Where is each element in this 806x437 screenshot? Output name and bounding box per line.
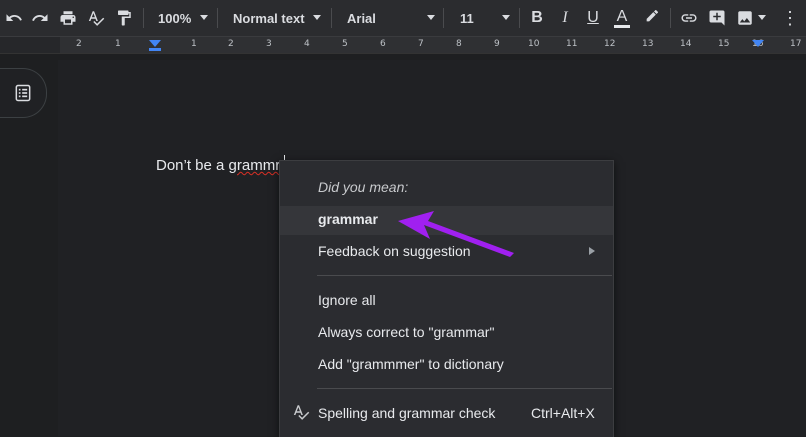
chevron-down-icon (313, 15, 321, 20)
spell-check-shortcut: Ctrl+Alt+X (531, 405, 595, 421)
chevron-down-icon (427, 15, 435, 20)
ruler-tick: 1 (191, 39, 197, 49)
ruler-tick: 15 (718, 39, 730, 49)
ruler-track (60, 37, 806, 53)
underline-icon[interactable]: U (584, 0, 602, 36)
redo-icon[interactable] (28, 0, 52, 36)
first-line-indent-marker[interactable] (149, 48, 161, 51)
style-select[interactable]: Normal text (233, 0, 305, 36)
font-select[interactable]: Arial (347, 0, 376, 36)
undo-icon[interactable] (2, 0, 26, 36)
chevron-down-icon (200, 15, 208, 20)
right-indent-marker[interactable] (752, 40, 764, 47)
spell-check-item[interactable]: Spelling and grammar check (318, 405, 495, 421)
ruler-tick: 4 (304, 39, 310, 49)
ruler-tick: 13 (642, 39, 654, 49)
annotation-arrow-icon (398, 211, 514, 257)
divider (519, 8, 520, 28)
divider (443, 8, 444, 28)
ruler-tick: 9 (494, 39, 500, 49)
bold-icon[interactable]: B (528, 0, 546, 36)
italic-icon[interactable]: I (556, 0, 574, 36)
highlight-icon[interactable] (642, 0, 662, 36)
ruler-tick: 14 (680, 39, 692, 49)
paint-format-icon[interactable] (112, 0, 136, 36)
ruler-tick: 7 (418, 39, 424, 49)
link-icon[interactable] (678, 0, 700, 36)
ruler-tick: 10 (528, 39, 540, 49)
ruler-tick: 6 (380, 39, 386, 49)
add-to-dictionary-item[interactable]: Add "grammmer" to dictionary (318, 356, 504, 372)
menu-divider (317, 388, 612, 389)
ruler-tick: 11 (566, 39, 578, 49)
zoom-select[interactable]: 100% (158, 0, 191, 36)
ruler-tick: 3 (266, 39, 272, 49)
divider (143, 8, 144, 28)
always-correct-item[interactable]: Always correct to "grammar" (318, 324, 494, 340)
left-indent-marker[interactable] (149, 40, 161, 47)
color-bar (614, 24, 630, 28)
menu-divider (317, 275, 612, 276)
spellcheck-icon (292, 403, 310, 424)
font-value: Arial (347, 10, 376, 26)
divider (217, 8, 218, 28)
ruler-tick: 2 (228, 39, 234, 49)
ruler-tick: 8 (456, 39, 462, 49)
document-text[interactable]: Don’t be a grammr (156, 157, 280, 174)
font-size-select[interactable]: 11 (460, 0, 474, 36)
ruler-tick: 17 (790, 39, 802, 49)
toolbar: 100% Normal text Arial 11 B I U A ⋮ (0, 0, 806, 37)
text-before: Don’t be a (156, 157, 229, 174)
text-color-glyph: A (616, 7, 628, 25)
divider (331, 8, 332, 28)
ruler: 2 1 1 2 3 4 5 6 7 8 9 10 11 12 13 14 15 … (0, 37, 806, 54)
submenu-arrow-icon (589, 247, 595, 255)
chevron-down-icon (758, 15, 766, 20)
misspelled-word[interactable]: grammr (229, 157, 281, 174)
menu-heading: Did you mean: (318, 179, 409, 195)
chevron-down-icon (502, 15, 510, 20)
zoom-value: 100% (158, 10, 192, 26)
ignore-all-item[interactable]: Ignore all (318, 292, 376, 308)
print-icon[interactable] (56, 0, 80, 36)
ruler-tick: 5 (342, 39, 348, 49)
divider (670, 8, 671, 28)
style-value: Normal text (233, 10, 305, 26)
spellcheck-icon[interactable] (84, 0, 108, 36)
outline-icon (15, 84, 31, 102)
text-color-icon[interactable]: A (612, 0, 632, 36)
ruler-tick: 1 (115, 39, 121, 49)
ruler-tick: 2 (76, 39, 82, 49)
more-icon[interactable]: ⋮ (780, 0, 800, 36)
document-outline-button[interactable] (0, 68, 47, 118)
image-icon[interactable] (734, 0, 756, 36)
font-size-value: 11 (460, 10, 474, 26)
ruler-tick: 12 (604, 39, 616, 49)
add-comment-icon[interactable] (706, 0, 728, 36)
spelling-context-menu: Did you mean: grammar Feedback on sugges… (279, 160, 614, 437)
suggestion-item[interactable]: grammar (318, 211, 378, 227)
